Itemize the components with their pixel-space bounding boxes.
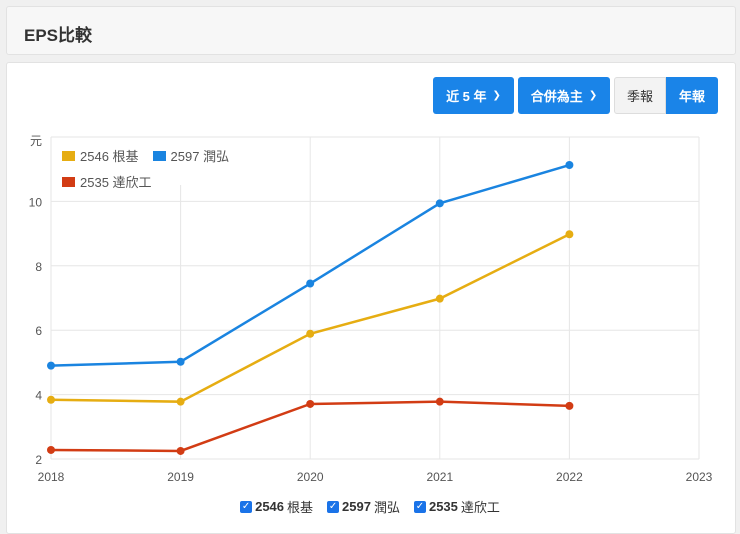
legend-swatch (62, 150, 75, 161)
series-checkbox[interactable]: ✓ 2597 潤弘 (327, 497, 400, 516)
series-checkbox[interactable]: ✓ 2546 根基 (240, 497, 313, 516)
data-point-2546 (176, 397, 185, 406)
data-point-2535 (435, 397, 444, 406)
data-point-2535 (47, 445, 55, 454)
x-tick-label: 2018 (38, 470, 65, 484)
checkbox-checked-icon[interactable]: ✓ (327, 500, 340, 513)
data-point-2535 (176, 446, 185, 455)
y-tick-label: 2 (35, 453, 42, 467)
x-tick-label: 2020 (297, 470, 324, 484)
series-name: 根基 (287, 500, 314, 515)
data-point-2546 (565, 230, 574, 239)
legend-swatch (62, 176, 75, 187)
y-tick-label: 10 (29, 195, 43, 209)
legend-label: 2535 達欣工 (80, 175, 152, 190)
data-point-2597 (47, 361, 55, 370)
series-name: 潤弘 (373, 500, 400, 515)
legend-swatch (152, 150, 166, 161)
x-tick-label: 2023 (686, 470, 713, 484)
y-tick-label: 4 (35, 389, 42, 403)
data-point-2546 (435, 294, 444, 303)
data-point-2546 (306, 329, 315, 338)
series-code: 2535 (428, 499, 458, 514)
data-point-2597 (306, 279, 315, 288)
data-point-2535 (565, 401, 574, 410)
checkbox-checked-icon[interactable]: ✓ (240, 500, 253, 513)
y-tick-label: 6 (35, 324, 42, 338)
series-code: 2546 (255, 499, 285, 514)
series-code: 2597 (342, 499, 371, 514)
x-tick-label: 2022 (556, 470, 583, 484)
legend-item[interactable]: 2597 潤弘 (152, 146, 230, 165)
data-point-2546 (47, 395, 55, 404)
x-tick-label: 2019 (167, 470, 194, 484)
x-tick-label: 2021 (426, 470, 453, 484)
series-toggles: ✓ 2546 根基 ✓ 2597 潤弘 ✓ 2535 達欣工 (0, 497, 740, 516)
legend-item[interactable]: 2535 達欣工 (62, 172, 152, 191)
y-axis-unit: 元 (30, 134, 42, 148)
y-tick-label: 8 (35, 260, 42, 274)
data-point-2597 (435, 199, 444, 208)
series-checkbox[interactable]: ✓ 2535 達欣工 (413, 497, 500, 516)
data-point-2597 (565, 161, 574, 170)
legend-label: 2546 根基 (80, 149, 139, 164)
eps-line-chart: 2018 2019 2020 2021 2022 2023 2 4 6 8 10 元 (29, 134, 713, 484)
checkbox-checked-icon[interactable]: ✓ (413, 500, 426, 513)
legend-label: 2597 潤弘 (170, 149, 230, 164)
data-point-2597 (176, 357, 185, 366)
series-name: 達欣工 (460, 500, 500, 515)
legend: 2546 根基 2597 潤弘 2535 達欣工 (62, 146, 262, 198)
legend-item[interactable]: 2546 根基 (62, 146, 139, 165)
data-point-2535 (306, 399, 315, 408)
